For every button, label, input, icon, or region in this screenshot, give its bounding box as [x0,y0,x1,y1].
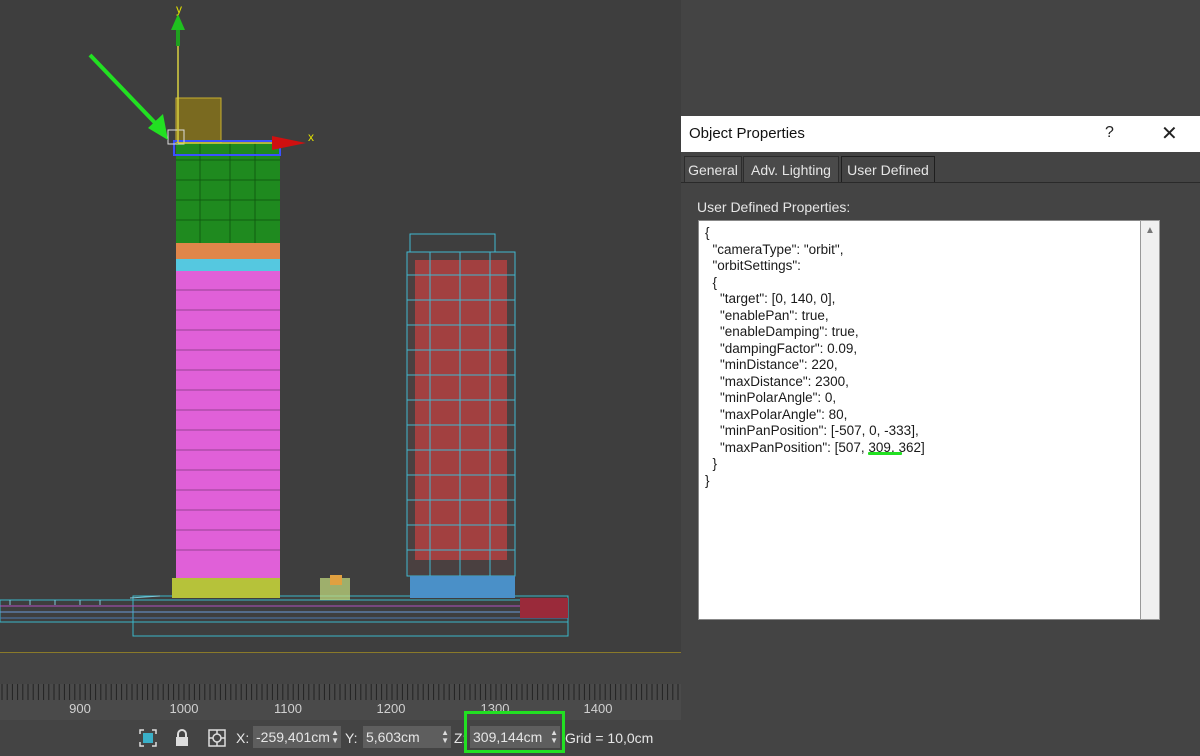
user-defined-textarea[interactable]: { "cameraType": "orbit", "orbitSettings"… [698,220,1158,620]
code-line: "orbitSettings": [705,258,801,273]
y-axis-arrow[interactable] [171,14,185,30]
tall-tower[interactable] [167,97,281,598]
y-axis-label: y [176,2,182,16]
code-line: "maxPolarAngle": 80, [705,406,848,422]
dialog-title: Object Properties [689,125,805,142]
tab-user-defined[interactable]: User Defined [841,156,935,182]
dialog-tabs: General Adv. Lighting User Defined [681,152,1200,182]
code-line: { [705,274,718,290]
close-icon[interactable]: ✕ [1161,121,1178,146]
ruler-label-900: 900 [69,701,91,716]
ruler-label-1400: 1400 [583,701,613,716]
z-field-highlight [464,711,565,753]
viewport-bottom-panel [0,652,681,685]
y-spinner-icon[interactable]: ▲ ▼ [441,729,449,745]
code-line: { [705,225,710,240]
code-line: "maxDistance": 2300, [705,373,849,389]
object-properties-dialog: Object Properties ? ✕ General Adv. Light… [681,116,1200,756]
rooftop-box [175,97,222,144]
user-defined-label: User Defined Properties: [697,199,851,215]
y-coord-value[interactable]: 5,603cm [366,729,420,745]
x-coord-field[interactable]: -259,401cm ▲ ▼ [253,726,341,748]
code-line: "enablePan": true, [705,307,829,323]
code-line: "cameraType": "orbit", [705,241,844,257]
code-line: "minPanPosition": [-507, 0, -333], [705,423,919,438]
timeline-ruler[interactable]: 900 1000 1100 1200 1300 1400 [0,684,681,720]
ruler-ticks [1,684,679,700]
code-line: "dampingFactor": 0.09, [705,340,858,356]
tab-adv-lighting[interactable]: Adv. Lighting [743,156,839,182]
code-line: "target": [0, 140, 0], [705,291,836,306]
ruler-label-1200: 1200 [376,701,406,716]
scene-canvas[interactable]: y x [0,0,681,652]
y-coord-field[interactable]: 5,603cm ▲ ▼ [363,726,451,748]
ruler-label-1100: 1100 [274,701,302,716]
ruler-label-1000: 1000 [169,701,199,716]
code-line: } [705,472,710,488]
x-axis-arrow[interactable] [272,136,306,150]
value-underline-highlight [868,452,902,455]
tab-general[interactable]: General [684,156,742,182]
transform-type-in-icon[interactable] [207,728,227,748]
code-line: "minDistance": 220, [705,357,838,372]
x-coord-label: X: [236,730,250,746]
code-line: } [705,456,718,471]
code-line: "enableDamping": true, [705,324,859,339]
tab-divider [681,182,1200,183]
status-bar: X: -259,401cm ▲ ▼ Y: 5,603cm ▲ ▼ Z: 309,14… [0,720,681,756]
textarea-scrollbar[interactable]: ▲ [1140,220,1160,620]
x-spinner-icon[interactable]: ▲ ▼ [331,729,339,745]
y-coord-label: Y: [345,730,358,746]
dialog-title-bar[interactable]: Object Properties ? ✕ [681,116,1200,152]
grid-size-text: Grid = 10,0cm [565,730,654,746]
selection-frame-icon[interactable] [138,728,158,748]
lock-icon[interactable] [172,728,192,748]
scroll-up-icon[interactable]: ▲ [1145,225,1155,236]
3d-viewport[interactable]: y x [0,0,681,652]
x-axis-label: x [308,130,314,144]
short-tower[interactable] [406,233,516,598]
code-line: "minPolarAngle": 0, [705,390,837,405]
help-icon[interactable]: ? [1105,124,1114,142]
x-coord-value[interactable]: -259,401cm [256,729,330,745]
annotation-arrow [88,53,168,140]
